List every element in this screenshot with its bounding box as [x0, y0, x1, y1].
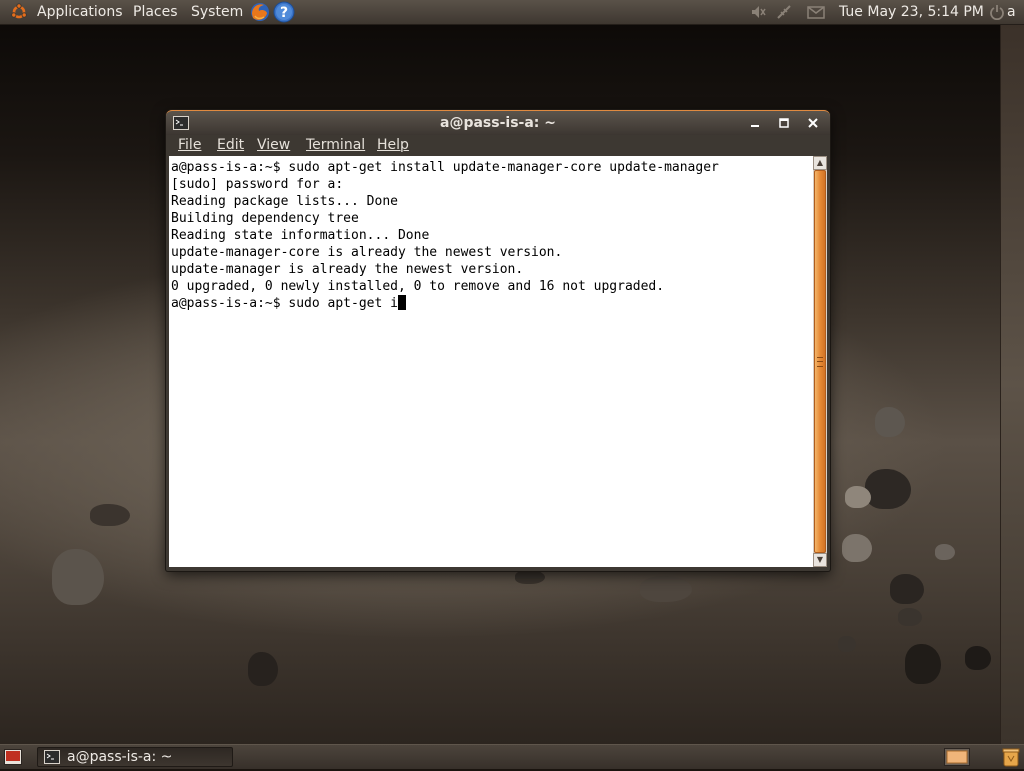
terminal-line: Reading package lists... Done [171, 194, 398, 209]
menu-edit[interactable]: Edit [217, 137, 244, 153]
taskbar-item-terminal[interactable]: a@pass-is-a: ~ [37, 747, 233, 767]
mail-icon[interactable] [807, 4, 825, 20]
menu-help[interactable]: Help [377, 137, 409, 153]
vertical-scrollbar[interactable]: ▲ ▼ [813, 156, 827, 567]
terminal-line: Reading state information... Done [171, 228, 430, 243]
menu-terminal[interactable]: Terminal [306, 137, 365, 153]
desktop-edge [1000, 24, 1024, 744]
terminal-line: update-manager is already the newest ver… [171, 262, 524, 277]
window-titlebar[interactable]: a@pass-is-a: ~ [166, 110, 830, 135]
desktop-rock [248, 652, 278, 686]
top-panel: Applications Places System ? Tue May 23,… [0, 0, 1024, 25]
svg-text:?: ? [280, 5, 288, 21]
menu-system[interactable]: System [191, 3, 243, 21]
desktop-rock [640, 576, 692, 602]
desktop-rock [905, 644, 941, 684]
show-desktop-icon[interactable] [4, 749, 22, 765]
terminal-window: a@pass-is-a: ~ File Edit View Terminal H… [166, 110, 830, 571]
clock[interactable]: Tue May 23, 5:14 PM [839, 3, 984, 21]
desktop-rock [845, 486, 871, 508]
trash-icon[interactable] [1001, 747, 1021, 767]
desktop-rock [875, 407, 905, 437]
bottom-panel: a@pass-is-a: ~ [0, 744, 1024, 769]
help-icon[interactable]: ? [273, 1, 295, 23]
terminal-prompt-line: a@pass-is-a:~$ sudo apt-get i [171, 296, 398, 311]
terminal-output[interactable]: a@pass-is-a:~$ sudo apt-get install upda… [169, 156, 813, 567]
terminal-icon [44, 750, 60, 764]
terminal-text[interactable]: a@pass-is-a:~$ sudo apt-get install upda… [169, 156, 813, 315]
window-title: a@pass-is-a: ~ [440, 115, 556, 131]
desktop-rock [935, 544, 955, 560]
ubuntu-logo-icon[interactable] [10, 3, 28, 21]
desktop-rock [90, 504, 130, 526]
terminal-line: [sudo] password for a: [171, 177, 344, 192]
workspace-switcher-icon[interactable] [944, 748, 970, 766]
desktop-rock [515, 570, 545, 584]
power-icon[interactable] [989, 4, 1005, 21]
menu-applications[interactable]: Applications [37, 3, 123, 21]
menu-places[interactable]: Places [133, 3, 178, 21]
close-button[interactable] [804, 114, 822, 132]
firefox-icon[interactable] [249, 1, 271, 23]
volume-icon[interactable] [750, 4, 766, 20]
scrollbar-grip-icon [817, 357, 823, 367]
desktop-rock [890, 574, 924, 604]
desktop-rock [842, 534, 872, 562]
terminal-menubar: File Edit View Terminal Help [169, 135, 827, 156]
minimize-button[interactable] [746, 114, 764, 132]
scroll-up-arrow-icon[interactable]: ▲ [813, 156, 827, 170]
text-cursor [397, 295, 406, 310]
scrollbar-thumb[interactable] [814, 170, 826, 553]
terminal-line: Building dependency tree [171, 211, 359, 226]
desktop-rock [898, 608, 922, 626]
desktop-rock [865, 469, 911, 509]
menu-view[interactable]: View [257, 137, 290, 153]
desktop-rock [838, 636, 856, 652]
menu-file[interactable]: File [178, 137, 201, 153]
network-icon[interactable] [776, 4, 792, 20]
maximize-button[interactable] [775, 114, 793, 132]
scroll-down-arrow-icon[interactable]: ▼ [813, 553, 827, 567]
terminal-line: a@pass-is-a:~$ sudo apt-get install upda… [171, 160, 719, 175]
desktop-rock [965, 646, 991, 670]
desktop-rock [52, 549, 104, 605]
terminal-line: update-manager-core is already the newes… [171, 245, 563, 260]
user-menu[interactable]: a [1007, 3, 1016, 21]
terminal-line: 0 upgraded, 0 newly installed, 0 to remo… [171, 279, 665, 294]
taskbar-item-label: a@pass-is-a: ~ [67, 749, 173, 765]
